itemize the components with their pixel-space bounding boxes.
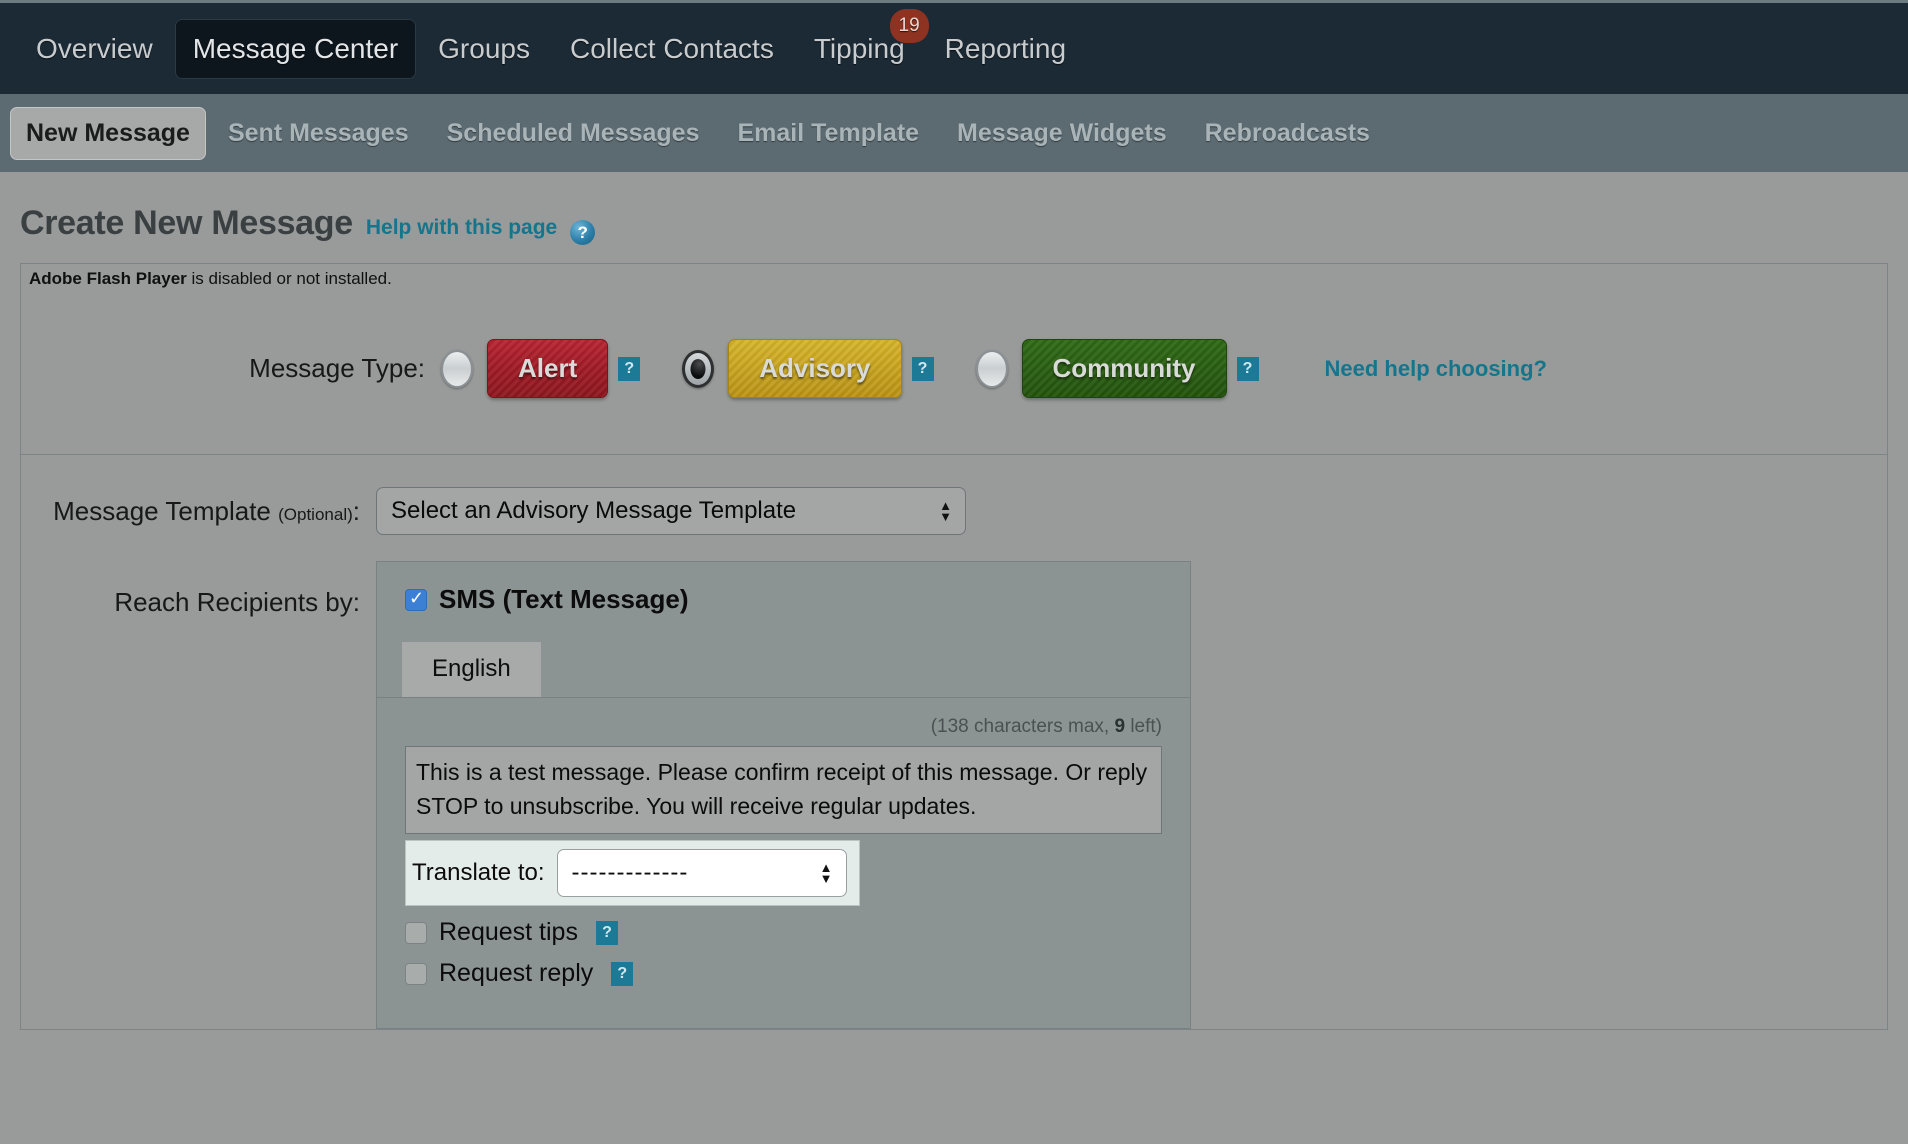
nav-label: Message Center bbox=[192, 32, 399, 64]
nav-item-tipping[interactable]: Tipping 19 bbox=[796, 8, 929, 79]
tab-label: Scheduled Messages bbox=[446, 118, 700, 147]
request-reply-row[interactable]: Request reply ? bbox=[405, 959, 1162, 988]
message-template-colon: : bbox=[352, 495, 360, 526]
sms-option-list: Request tips ? Request reply ? bbox=[405, 906, 1162, 1028]
message-template-optional-tag: (Optional) bbox=[278, 504, 353, 524]
question-orb-icon[interactable]: ? bbox=[570, 220, 596, 245]
sms-checkbox-label: SMS (Text Message) bbox=[439, 584, 689, 614]
message-template-select-wrapper: Select an Advisory Message Template ▲ ▼ bbox=[376, 487, 966, 535]
translate-to-select[interactable]: ------------- bbox=[556, 849, 847, 897]
message-type-advisory-button[interactable]: Advisory bbox=[728, 339, 902, 398]
message-type-row: Message Type: Alert ? Advisory ? Communi… bbox=[21, 339, 1887, 398]
message-template-row: Message Template (Optional): Select an A… bbox=[21, 455, 1887, 561]
char-count-left: 9 bbox=[1114, 716, 1126, 737]
sms-checkbox[interactable] bbox=[405, 587, 427, 611]
radio-message-type-community[interactable] bbox=[975, 349, 1008, 388]
translate-select-wrapper: ------------- ▲ ▼ bbox=[556, 849, 847, 897]
sms-message-textarea[interactable]: This is a test message. Please confirm r… bbox=[405, 746, 1162, 834]
message-template-label: Message Template (Optional): bbox=[21, 496, 376, 527]
tab-label: Message Widgets bbox=[957, 118, 1167, 147]
nav-item-message-center[interactable]: Message Center bbox=[174, 18, 417, 79]
tab-email-template[interactable]: Email Template bbox=[722, 107, 936, 160]
primary-navigation: Overview Message Center Groups Collect C… bbox=[0, 0, 1908, 94]
flash-player-notice: Adobe Flash Player is disabled or not in… bbox=[21, 264, 1887, 295]
request-tips-label: Request tips bbox=[439, 918, 578, 946]
request-reply-label: Request reply bbox=[439, 959, 594, 987]
char-count-prefix: (138 characters max, bbox=[930, 716, 1115, 737]
tab-label: Sent Messages bbox=[227, 118, 409, 147]
reach-recipients-label: Reach Recipients by: bbox=[114, 587, 360, 617]
translate-to-label: Translate to: bbox=[412, 859, 545, 886]
flash-notice-bold: Adobe Flash Player bbox=[29, 269, 187, 288]
request-tips-row[interactable]: Request tips ? bbox=[405, 918, 1162, 947]
tab-label: Email Template bbox=[737, 118, 920, 147]
sms-compose-body: (138 characters max, 9 left) This is a t… bbox=[377, 697, 1190, 1028]
request-reply-checkbox[interactable] bbox=[405, 962, 427, 985]
sms-checkbox-row[interactable]: SMS (Text Message) bbox=[377, 584, 1190, 615]
nav-item-overview[interactable]: Overview bbox=[18, 19, 171, 79]
tab-scheduled-messages[interactable]: Scheduled Messages bbox=[431, 107, 716, 160]
nav-label: Tipping bbox=[813, 32, 905, 64]
character-counter: (138 characters max, 9 left) bbox=[405, 698, 1162, 746]
sms-channel-panel: SMS (Text Message) English (138 characte… bbox=[376, 561, 1191, 1029]
help-icon-advisory[interactable]: ? bbox=[911, 356, 934, 381]
nav-label: Groups bbox=[438, 32, 530, 64]
nav-label: Collect Contacts bbox=[569, 32, 774, 64]
tab-rebroadcasts[interactable]: Rebroadcasts bbox=[1189, 107, 1386, 160]
tab-sent-messages[interactable]: Sent Messages bbox=[212, 107, 425, 160]
message-type-alert-button[interactable]: Alert bbox=[487, 339, 609, 398]
tab-label: New Message bbox=[26, 118, 190, 147]
message-type-section: Message Type: Alert ? Advisory ? Communi… bbox=[21, 295, 1887, 455]
tab-message-widgets[interactable]: Message Widgets bbox=[941, 107, 1183, 160]
char-count-suffix: left) bbox=[1125, 716, 1162, 737]
help-icon-community[interactable]: ? bbox=[1236, 356, 1259, 381]
language-tab-strip: English bbox=[377, 641, 1190, 697]
message-template-label-main: Message Template bbox=[53, 495, 271, 526]
nav-item-reporting[interactable]: Reporting bbox=[927, 19, 1084, 79]
radio-message-type-advisory[interactable] bbox=[682, 349, 715, 388]
tab-new-message[interactable]: New Message bbox=[10, 106, 206, 160]
nav-label: Reporting bbox=[944, 32, 1067, 64]
nav-item-groups[interactable]: Groups bbox=[420, 19, 548, 79]
nav-item-collect-contacts[interactable]: Collect Contacts bbox=[552, 19, 792, 79]
message-type-label: Message Type: bbox=[249, 353, 425, 383]
page-content: Create New Message Help with this page ?… bbox=[0, 172, 1908, 1144]
flash-notice-rest: is disabled or not installed. bbox=[186, 269, 392, 288]
page-title: Create New Message bbox=[20, 204, 353, 242]
translate-to-bar: Translate to: ------------- ▲ ▼ bbox=[405, 840, 860, 906]
need-help-choosing-link[interactable]: Need help choosing? bbox=[1325, 356, 1547, 382]
tab-label: Rebroadcasts bbox=[1204, 118, 1370, 147]
message-template-select[interactable]: Select an Advisory Message Template bbox=[376, 487, 966, 535]
page-header: Create New Message Help with this page ? bbox=[20, 172, 1888, 263]
reach-recipients-row: Reach Recipients by: SMS (Text Message) … bbox=[21, 561, 1887, 1029]
language-tab-english[interactable]: English bbox=[401, 641, 542, 697]
request-tips-checkbox[interactable] bbox=[405, 921, 427, 944]
secondary-navigation: New Message Sent Messages Scheduled Mess… bbox=[0, 94, 1908, 172]
nav-label: Overview bbox=[36, 32, 153, 64]
radio-message-type-alert[interactable] bbox=[441, 349, 473, 388]
tipping-count-badge: 19 bbox=[889, 8, 929, 43]
message-type-community-button[interactable]: Community bbox=[1021, 339, 1227, 398]
help-with-this-page-link[interactable]: Help with this page bbox=[366, 216, 557, 240]
help-icon-alert[interactable]: ? bbox=[618, 356, 641, 381]
help-icon-request-tips[interactable]: ? bbox=[595, 920, 618, 945]
help-icon-request-reply[interactable]: ? bbox=[611, 961, 634, 986]
create-message-form: Adobe Flash Player is disabled or not in… bbox=[20, 263, 1888, 1030]
